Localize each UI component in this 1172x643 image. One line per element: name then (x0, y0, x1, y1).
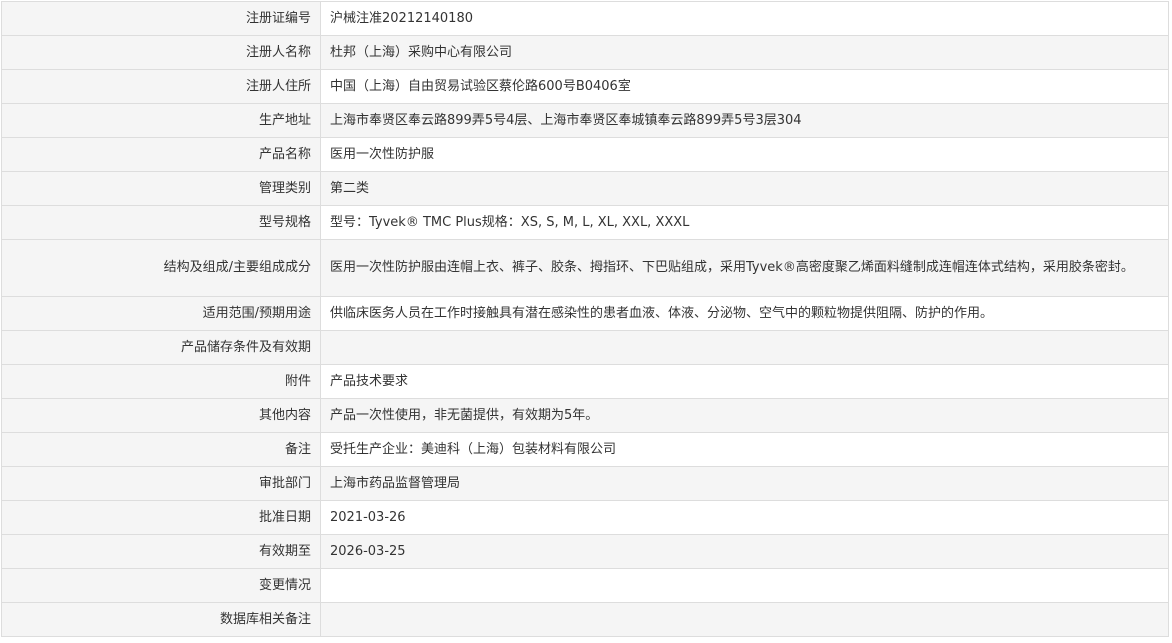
field-label: 审批部门 (1, 466, 321, 501)
field-label: 批准日期 (1, 500, 321, 535)
row-management-category: 管理类别 第二类 (1, 171, 1169, 206)
row-registrant-address: 注册人住所 中国（上海）自由贸易试验区蔡伦路600号B0406室 (1, 69, 1169, 104)
field-label: 产品名称 (1, 137, 321, 172)
field-value: 产品一次性使用，非无菌提供，有效期为5年。 (320, 398, 1169, 433)
field-value: 杜邦（上海）采购中心有限公司 (320, 35, 1169, 70)
field-label: 备注 (1, 432, 321, 467)
field-value: 2021-03-26 (320, 500, 1169, 535)
record-detail-table-wrapper: 注册证编号 沪械注准20212140180 注册人名称 杜邦（上海）采购中心有限… (1, 1, 1169, 637)
field-value: 中国（上海）自由贸易试验区蔡伦路600号B0406室 (320, 69, 1169, 104)
field-value: 上海市奉贤区奉云路899弄5号4层、上海市奉贤区奉城镇奉云路899弄5号3层30… (320, 103, 1169, 138)
row-remarks: 备注 受托生产企业：美迪科（上海）包装材料有限公司 (1, 432, 1169, 467)
field-label: 型号规格 (1, 205, 321, 240)
field-label: 附件 (1, 364, 321, 399)
row-attachment: 附件 产品技术要求 (1, 364, 1169, 399)
field-label: 适用范围/预期用途 (1, 296, 321, 331)
row-production-address: 生产地址 上海市奉贤区奉云路899弄5号4层、上海市奉贤区奉城镇奉云路899弄5… (1, 103, 1169, 138)
row-registration-number: 注册证编号 沪械注准20212140180 (1, 1, 1169, 36)
row-other-content: 其他内容 产品一次性使用，非无菌提供，有效期为5年。 (1, 398, 1169, 433)
field-label: 结构及组成/主要组成成分 (1, 239, 321, 297)
field-label: 变更情况 (1, 568, 321, 603)
field-value: 2026-03-25 (320, 534, 1169, 569)
field-value: 沪械注准20212140180 (320, 1, 1169, 36)
field-label: 有效期至 (1, 534, 321, 569)
field-value: 产品技术要求 (320, 364, 1169, 399)
field-value: 医用一次性防护服 (320, 137, 1169, 172)
row-valid-until: 有效期至 2026-03-25 (1, 534, 1169, 569)
row-change-history: 变更情况 (1, 568, 1169, 603)
record-detail-table: 注册证编号 沪械注准20212140180 注册人名称 杜邦（上海）采购中心有限… (1, 1, 1169, 637)
field-label: 注册证编号 (1, 1, 321, 36)
field-value: 型号：Tyvek® TMC Plus规格：XS, S, M, L, XL, XX… (320, 205, 1169, 240)
field-value (320, 568, 1169, 603)
row-storage-validity: 产品储存条件及有效期 (1, 330, 1169, 365)
row-approval-department: 审批部门 上海市药品监督管理局 (1, 466, 1169, 501)
row-approval-date: 批准日期 2021-03-26 (1, 500, 1169, 535)
field-label: 注册人名称 (1, 35, 321, 70)
field-value: 医用一次性防护服由连帽上衣、裤子、胶条、拇指环、下巴贴组成，采用Tyvek®高密… (320, 239, 1169, 297)
row-product-name: 产品名称 医用一次性防护服 (1, 137, 1169, 172)
field-value (320, 602, 1169, 637)
row-intended-use: 适用范围/预期用途 供临床医务人员在工作时接触具有潜在感染性的患者血液、体液、分… (1, 296, 1169, 331)
field-label: 产品储存条件及有效期 (1, 330, 321, 365)
field-label: 管理类别 (1, 171, 321, 206)
field-label: 生产地址 (1, 103, 321, 138)
row-registrant-name: 注册人名称 杜邦（上海）采购中心有限公司 (1, 35, 1169, 70)
field-label: 注册人住所 (1, 69, 321, 104)
row-database-remarks: 数据库相关备注 (1, 602, 1169, 637)
field-value: 第二类 (320, 171, 1169, 206)
field-value: 供临床医务人员在工作时接触具有潜在感染性的患者血液、体液、分泌物、空气中的颗粒物… (320, 296, 1169, 331)
field-label: 数据库相关备注 (1, 602, 321, 637)
field-value: 受托生产企业：美迪科（上海）包装材料有限公司 (320, 432, 1169, 467)
field-value: 上海市药品监督管理局 (320, 466, 1169, 501)
row-structure-composition: 结构及组成/主要组成成分 医用一次性防护服由连帽上衣、裤子、胶条、拇指环、下巴贴… (1, 239, 1169, 297)
field-label: 其他内容 (1, 398, 321, 433)
row-model-spec: 型号规格 型号：Tyvek® TMC Plus规格：XS, S, M, L, X… (1, 205, 1169, 240)
field-value (320, 330, 1169, 365)
